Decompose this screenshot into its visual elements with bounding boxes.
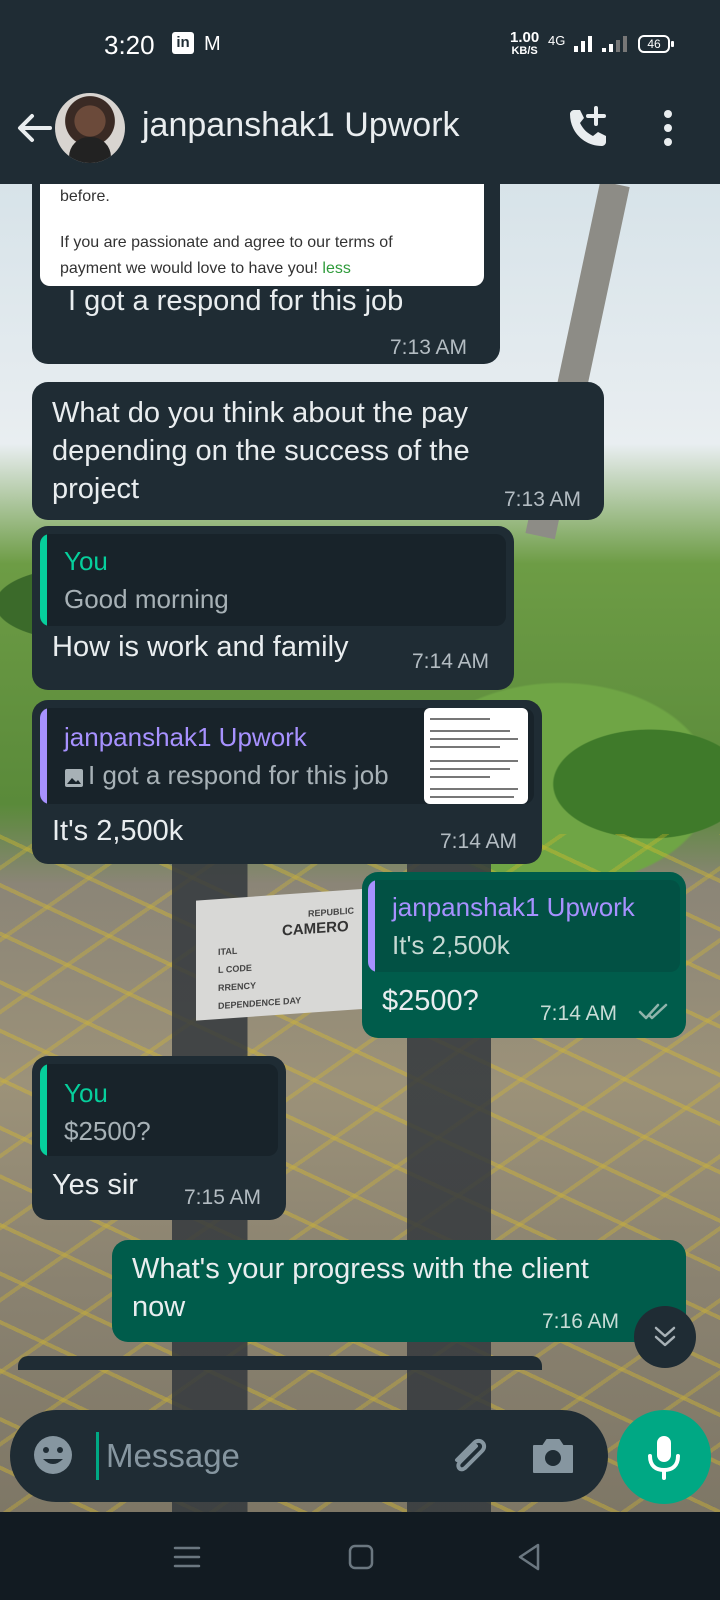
message-bubble-partial <box>18 1356 542 1370</box>
network-speed-unit: KB/S <box>511 45 538 57</box>
message-time: 7:14 AM <box>412 650 490 673</box>
gmail-icon: M <box>204 33 221 55</box>
preview-line: before. <box>60 188 110 205</box>
plaque-line: L CODE <box>218 962 252 976</box>
message-time: 7:15 AM <box>184 1186 262 1209</box>
quoted-message[interactable]: You Good morning <box>40 534 506 626</box>
quote-bar <box>40 1064 47 1156</box>
chat-header: janpanshak1 Upwork <box>0 90 720 184</box>
message-text: It's 2,500k <box>52 815 184 847</box>
signal-icon <box>574 36 627 52</box>
network-speed: 1.00 KB/S <box>510 30 539 57</box>
linkedin-icon: in <box>172 32 194 54</box>
message-text: I got a respond for this job <box>68 285 404 317</box>
message-bubble-outgoing[interactable]: What's your progress with the client now… <box>112 1240 686 1342</box>
plaque-line: DEPENDENCE DAY <box>218 995 302 1012</box>
quote-bar <box>40 534 47 626</box>
double-check-icon <box>638 1003 668 1020</box>
link-preview-card[interactable]: before. If you are passionate and agree … <box>40 184 484 286</box>
plaque-line: CAMERO <box>282 917 349 940</box>
image-icon <box>65 769 83 787</box>
message-text-line: now <box>132 1291 186 1323</box>
camera-icon[interactable] <box>530 1434 576 1478</box>
message-time: 7:16 AM <box>542 1310 620 1333</box>
recent-apps-icon[interactable] <box>172 1542 202 1572</box>
preview-less-link[interactable]: less <box>322 260 350 277</box>
status-bar: 3:20 in M 1.00 KB/S 4G 46 <box>0 0 720 90</box>
quoted-message[interactable]: You $2500? <box>40 1064 278 1156</box>
message-bubble-incoming[interactable]: janpanshak1 Upwork I got a respond for t… <box>32 700 542 864</box>
message-text-line: depending on the success of the <box>52 435 470 467</box>
message-bubble-incoming[interactable]: You Good morning How is work and family … <box>32 526 514 690</box>
voice-message-button[interactable] <box>617 1410 711 1504</box>
message-composer <box>10 1410 608 1502</box>
quote-author: janpanshak1 Upwork <box>64 722 307 752</box>
plaque-line: REPUBLIC <box>308 905 355 919</box>
microphone-icon <box>648 1436 680 1480</box>
system-nav-bar <box>0 1512 720 1600</box>
home-icon[interactable] <box>346 1542 376 1572</box>
preview-line-text: payment we would love to have you! <box>60 260 318 277</box>
quote-author: You <box>64 546 108 576</box>
network-speed-value: 1.00 <box>510 29 540 46</box>
message-text: Yes sir <box>52 1169 138 1201</box>
preview-line: If you are passionate and agree to our t… <box>60 234 393 251</box>
network-type: 4G <box>548 33 566 48</box>
quoted-message[interactable]: janpanshak1 Upwork It's 2,500k <box>368 880 680 972</box>
quote-text: I got a respond for this job <box>88 760 389 790</box>
contact-name[interactable]: janpanshak1 Upwork <box>142 106 460 145</box>
message-time: 7:14 AM <box>540 1002 618 1025</box>
wallpaper-plaque: REPUBLIC CAMERO ITAL L CODE RRENCY DEPEN… <box>196 887 384 1021</box>
message-text-line: project <box>52 473 140 505</box>
chat-area[interactable]: REPUBLIC CAMERO ITAL L CODE RRENCY DEPEN… <box>0 184 720 1512</box>
message-bubble-incoming[interactable]: before. If you are passionate and agree … <box>32 184 500 364</box>
add-call-icon[interactable] <box>566 104 612 150</box>
message-time: 7:13 AM <box>390 336 468 359</box>
message-bubble-incoming[interactable]: You $2500? Yes sir 7:15 AM <box>32 1056 286 1220</box>
message-input[interactable] <box>106 1432 426 1480</box>
message-text: $2500? <box>382 985 479 1017</box>
preview-line: payment we would love to have you! less <box>60 260 351 278</box>
message-bubble-incoming[interactable]: What do you think about the pay dependin… <box>32 382 604 520</box>
quote-author: janpanshak1 Upwork <box>392 892 635 922</box>
message-text-line: What's your progress with the client <box>132 1253 589 1285</box>
quote-bar <box>40 708 47 804</box>
plaque-line: RRENCY <box>218 980 257 994</box>
text-cursor <box>96 1432 99 1480</box>
chevron-double-down-icon <box>654 1326 676 1347</box>
paperclip-icon[interactable] <box>446 1432 494 1480</box>
emoji-icon[interactable] <box>32 1434 74 1476</box>
quoted-message[interactable]: janpanshak1 Upwork I got a respond for t… <box>40 708 534 804</box>
contact-avatar[interactable] <box>55 93 125 163</box>
quote-text: It's 2,500k <box>392 930 510 960</box>
message-time: 7:14 AM <box>440 830 518 853</box>
message-time: 7:13 AM <box>504 488 582 511</box>
quote-thumbnail <box>424 708 528 804</box>
quote-bar <box>368 880 375 972</box>
back-nav-icon[interactable] <box>514 1542 544 1572</box>
message-text: How is work and family <box>52 631 349 663</box>
scroll-to-bottom-button[interactable] <box>634 1306 696 1368</box>
quote-text: Good morning <box>64 584 229 614</box>
more-options-icon[interactable] <box>658 108 678 148</box>
back-arrow-icon[interactable] <box>14 108 54 148</box>
status-time: 3:20 <box>104 30 155 60</box>
message-bubble-outgoing[interactable]: janpanshak1 Upwork It's 2,500k $2500? 7:… <box>362 872 686 1038</box>
message-text-line: What do you think about the pay <box>52 397 468 429</box>
quote-author: You <box>64 1078 108 1108</box>
quote-text: $2500? <box>64 1116 151 1146</box>
plaque-line: ITAL <box>218 945 238 958</box>
battery-icon: 46 <box>638 35 674 53</box>
